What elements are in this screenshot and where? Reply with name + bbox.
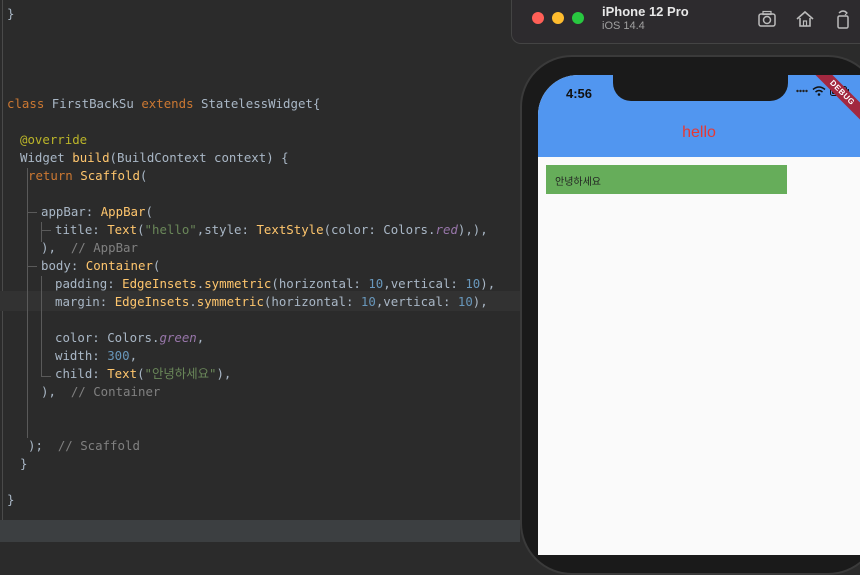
code-line[interactable]: margin: EdgeInsets.symmetric(horizontal:… xyxy=(55,293,488,311)
gutter-divider xyxy=(2,0,3,520)
code-line[interactable]: title: Text("hello",style: TextStyle(col… xyxy=(55,221,488,239)
code-line[interactable]: Widget build(BuildContext context) { xyxy=(20,149,289,167)
code-line[interactable]: body: Container( xyxy=(41,257,160,275)
home-icon[interactable] xyxy=(794,8,816,30)
code-line[interactable]: ); // Scaffold xyxy=(28,437,140,455)
device-name: iPhone 12 Pro xyxy=(602,4,689,19)
indent-guide xyxy=(41,276,42,376)
code-line[interactable]: child: Text("안녕하세요"), xyxy=(55,365,231,383)
indent-guide xyxy=(27,168,28,438)
code-line[interactable]: return Scaffold( xyxy=(28,167,147,185)
cellular-signal-icon xyxy=(796,89,808,93)
os-version: iOS 14.4 xyxy=(602,20,645,32)
phone-notch xyxy=(613,75,788,101)
code-line[interactable]: color: Colors.green, xyxy=(55,329,204,347)
rotate-icon[interactable] xyxy=(832,8,854,30)
indent-guide xyxy=(41,376,51,377)
container-text: 안녕하세요 xyxy=(555,177,601,188)
green-container: 안녕하세요 xyxy=(546,165,787,194)
debug-banner: DEBUG xyxy=(809,75,860,126)
indent-guide xyxy=(27,212,37,213)
code-line[interactable]: appBar: AppBar( xyxy=(41,203,153,221)
code-line[interactable]: ), // Container xyxy=(41,383,160,401)
code-line[interactable]: @override xyxy=(20,131,87,149)
code-line[interactable]: } xyxy=(7,5,14,23)
code-line[interactable]: } xyxy=(20,455,27,473)
indent-guide xyxy=(27,266,37,267)
screenshot-icon[interactable] xyxy=(756,8,778,30)
code-line[interactable]: width: 300, xyxy=(55,347,137,365)
minimize-window-button[interactable] xyxy=(552,12,564,24)
status-time: 4:56 xyxy=(566,86,593,101)
code-line[interactable]: } xyxy=(7,491,14,509)
phone-screen[interactable]: 4:56 hello DEBUG 안녕하세요 xyxy=(538,75,860,555)
wifi-icon xyxy=(812,86,826,96)
code-line[interactable]: class FirstBackSu extends StatelessWidge… xyxy=(7,95,320,113)
simulator-titlebar[interactable]: iPhone 12 Pro iOS 14.4 xyxy=(511,0,860,44)
editor-status-bar xyxy=(0,520,520,542)
code-line[interactable]: ), // AppBar xyxy=(41,239,138,257)
close-window-button[interactable] xyxy=(532,12,544,24)
code-line[interactable]: padding: EdgeInsets.symmetric(horizontal… xyxy=(55,275,495,293)
app-bar-title: hello xyxy=(682,124,716,141)
indent-guide xyxy=(41,230,51,231)
zoom-window-button[interactable] xyxy=(572,12,584,24)
